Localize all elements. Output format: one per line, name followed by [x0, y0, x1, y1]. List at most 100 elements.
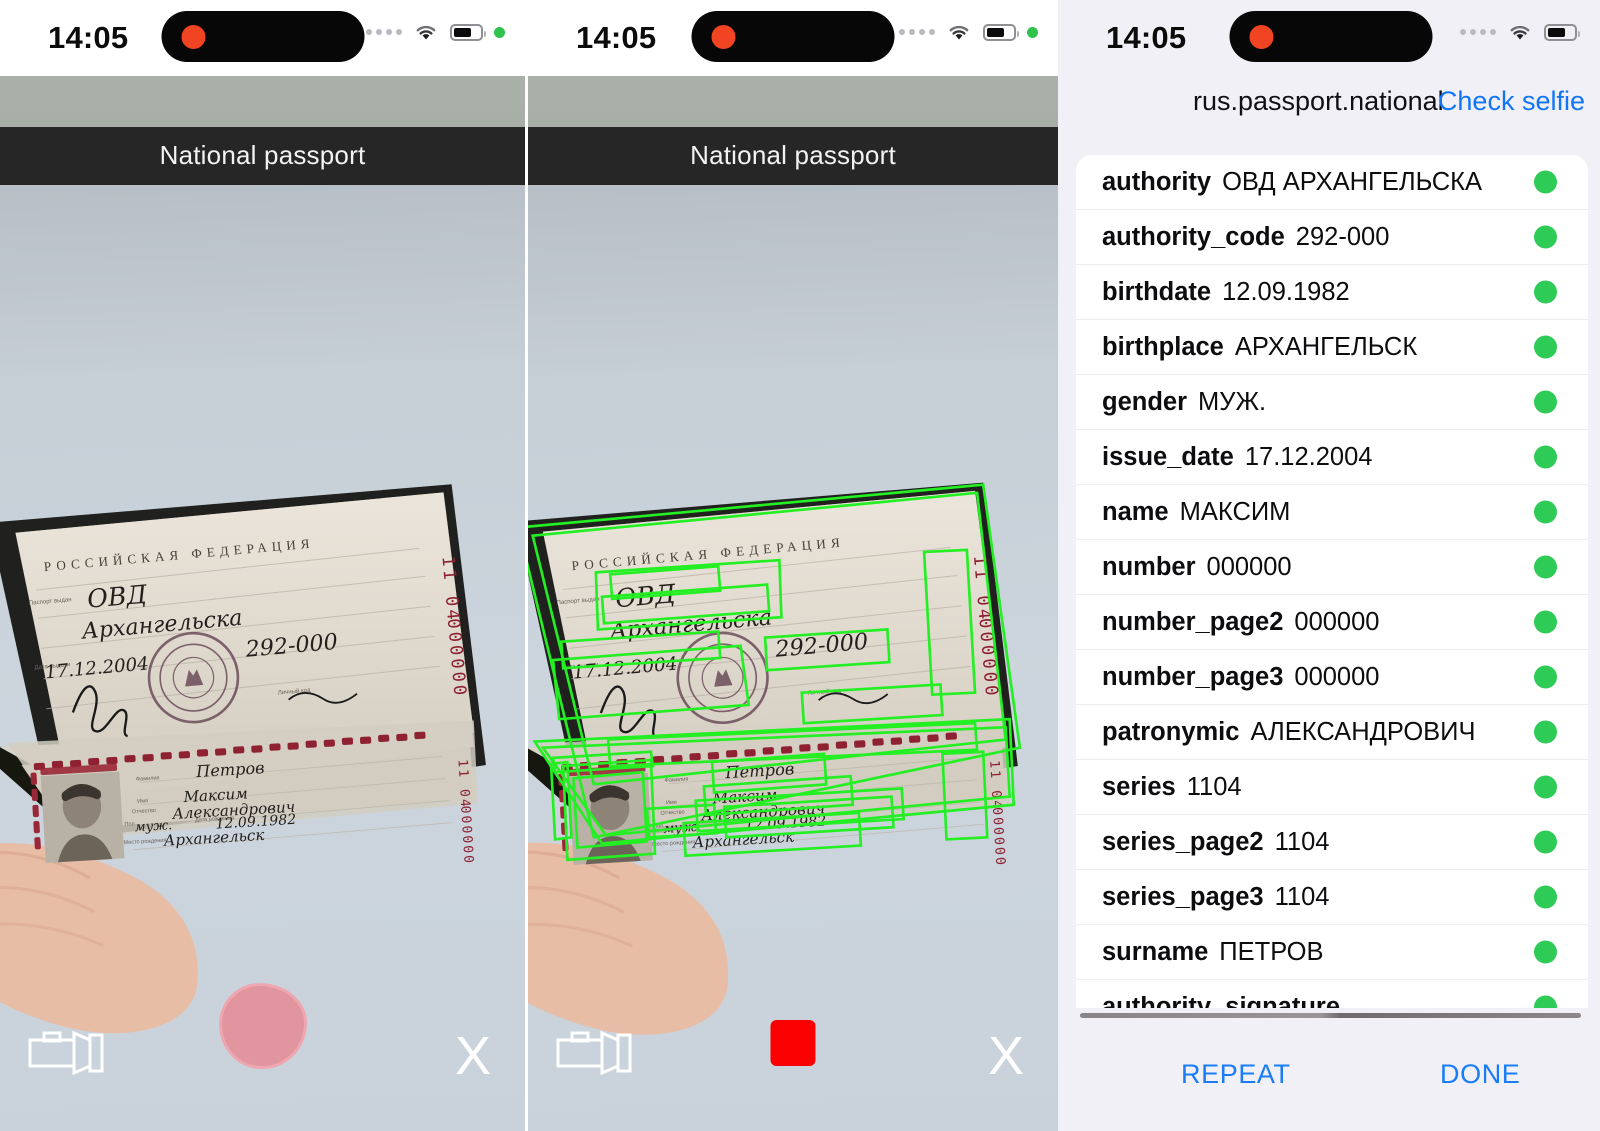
status-badge — [1534, 555, 1557, 579]
status-badge — [1534, 830, 1557, 854]
field-key: series — [1102, 772, 1176, 801]
document-type-title: National passport — [690, 140, 896, 171]
document-type-title: National passport — [159, 140, 366, 171]
table-row[interactable]: number 000000 — [1076, 540, 1588, 595]
flashlight-icon[interactable] — [554, 1024, 646, 1076]
close-button[interactable]: X — [988, 1029, 1024, 1083]
table-row[interactable]: authority ОВД АРХАНГЕЛЬСКА — [1076, 155, 1588, 210]
camera-controls: X — [0, 983, 525, 1131]
status-bar: 14:05 — [528, 0, 1058, 76]
stop-button[interactable] — [770, 1020, 816, 1066]
status-bar-icons — [366, 22, 505, 42]
passport-svg: РОССИЙСКАЯ ФЕДЕРАЦИЯ Паспорт выдан Дата … — [528, 482, 1022, 868]
table-row[interactable]: number_page3 000000 — [1076, 650, 1588, 705]
results-screen: 14:05 rus.passport.national Check selfie… — [1058, 0, 1600, 1131]
status-bar-time: 14:05 — [48, 20, 129, 55]
document-type-title-bar: National passport — [528, 126, 1058, 185]
check-selfie-link[interactable]: Check selfie — [1438, 86, 1585, 117]
flashlight-icon[interactable] — [26, 1024, 118, 1076]
record-button[interactable] — [218, 983, 307, 1069]
battery-icon — [450, 23, 486, 41]
status-badge — [1534, 335, 1557, 359]
field-key: authority — [1102, 167, 1212, 196]
field-key: surname — [1102, 937, 1209, 966]
table-row[interactable]: birthplace АРХАНГЕЛЬСК — [1076, 320, 1588, 375]
svg-text:Пол: Пол — [124, 822, 135, 829]
svg-text:Имя: Имя — [666, 800, 677, 807]
status-badge — [1534, 610, 1557, 634]
scrollbar[interactable] — [1080, 1013, 1581, 1018]
field-value: 1104 — [1274, 827, 1330, 856]
status-bar-time: 14:05 — [576, 20, 657, 55]
field-value: 292-000 — [1295, 222, 1390, 251]
passport-document: РОССИЙСКАЯ ФЕДЕРАЦИЯ Паспорт выдан Дата … — [528, 350, 1026, 962]
field-key: number — [1102, 552, 1196, 581]
field-key: series_page3 — [1102, 882, 1264, 911]
status-bar: 14:05 — [1058, 0, 1600, 76]
field-value: 12.09.1982 — [1222, 277, 1350, 306]
field-value: МУЖ. — [1198, 387, 1267, 416]
field-value: ПЕТРОВ — [1219, 937, 1324, 966]
table-row[interactable]: birthdate 12.09.1982 — [1076, 265, 1588, 320]
camera-viewport[interactable]: РОССИЙСКАЯ ФЕДЕРАЦИЯ Паспорт выдан Дата … — [0, 76, 525, 1131]
dynamic-island — [161, 11, 364, 62]
field-key: number_page2 — [1102, 607, 1284, 636]
doc-authority-line1: ОВД — [86, 580, 149, 614]
passport-svg: РОССИЙСКАЯ ФЕДЕРАЦИЯ Паспорт выдан Дата … — [0, 484, 486, 866]
field-key: patronymic — [1102, 717, 1240, 746]
done-button[interactable]: DONE — [1440, 1059, 1520, 1090]
wifi-icon — [949, 25, 969, 40]
passport-document: РОССИЙСКАЯ ФЕДЕРАЦИЯ Паспорт выдан Дата … — [0, 350, 494, 962]
status-badge — [1534, 280, 1557, 304]
svg-text:11 04: 11 04 — [454, 759, 472, 809]
table-row[interactable]: issue_date 17.12.2004 — [1076, 430, 1588, 485]
cellular-dots-icon — [366, 29, 402, 35]
status-badge — [1534, 995, 1557, 1008]
cellular-dots-icon — [899, 29, 935, 35]
repeat-button[interactable]: REPEAT — [1181, 1059, 1291, 1090]
screenshot-root: 14:05 РОССИЙСКАЯ ФЕДЕРАЦИЯ Паспорт выдан… — [0, 0, 1600, 1131]
field-value: АЛЕКСАНДРОВИЧ — [1250, 717, 1476, 746]
page-title: rus.passport.national — [1193, 86, 1444, 116]
wifi-icon — [1510, 25, 1530, 40]
table-row[interactable]: authority_code 292-000 — [1076, 210, 1588, 265]
dynamic-island — [691, 11, 895, 62]
table-row[interactable]: series_page3 1104 — [1076, 870, 1588, 925]
extracted-fields-list[interactable]: authority ОВД АРХАНГЕЛЬСКА authority_cod… — [1076, 155, 1588, 1008]
field-value: 1104 — [1274, 882, 1330, 911]
status-bar: 14:05 — [0, 0, 525, 76]
svg-text:11 04: 11 04 — [986, 760, 1004, 811]
status-badge — [1534, 500, 1557, 524]
field-value: 000000 — [1206, 552, 1292, 581]
field-key: authority_code — [1102, 222, 1285, 251]
table-row[interactable]: gender МУЖ. — [1076, 375, 1588, 430]
table-row[interactable]: surname ПЕТРОВ — [1076, 925, 1588, 980]
status-bar-icons — [1460, 22, 1580, 42]
field-value: 1104 — [1186, 772, 1242, 801]
status-badge — [1534, 390, 1557, 414]
status-bar-icons — [899, 22, 1038, 42]
results-footer: REPEAT DONE — [1058, 1047, 1600, 1107]
recording-indicator-dot — [494, 26, 505, 38]
table-row[interactable]: number_page2 000000 — [1076, 595, 1588, 650]
status-badge — [1534, 940, 1557, 964]
svg-text:Место рождения: Место рождения — [123, 838, 166, 847]
table-row[interactable]: authority_signature — [1076, 980, 1588, 1008]
camera-viewport[interactable]: РОССИЙСКАЯ ФЕДЕРАЦИЯ Паспорт выдан Дата … — [528, 76, 1058, 1131]
close-button[interactable]: X — [455, 1029, 491, 1083]
status-badge — [1534, 775, 1557, 799]
field-key: issue_date — [1102, 442, 1234, 471]
field-value: 000000 — [1294, 662, 1380, 691]
svg-text:000000: 000000 — [989, 807, 1008, 868]
field-key: authority_signature — [1102, 992, 1341, 1009]
table-row[interactable]: name МАКСИМ — [1076, 485, 1588, 540]
table-row[interactable]: series_page2 1104 — [1076, 815, 1588, 870]
table-row[interactable]: series 1104 — [1076, 760, 1588, 815]
table-row[interactable]: patronymic АЛЕКСАНДРОВИЧ — [1076, 705, 1588, 760]
battery-icon — [983, 23, 1019, 41]
battery-icon — [1544, 23, 1580, 41]
wifi-icon — [416, 25, 436, 40]
status-badge — [1534, 225, 1557, 249]
field-value: 000000 — [1294, 607, 1380, 636]
field-value: МАКСИМ — [1179, 497, 1291, 526]
